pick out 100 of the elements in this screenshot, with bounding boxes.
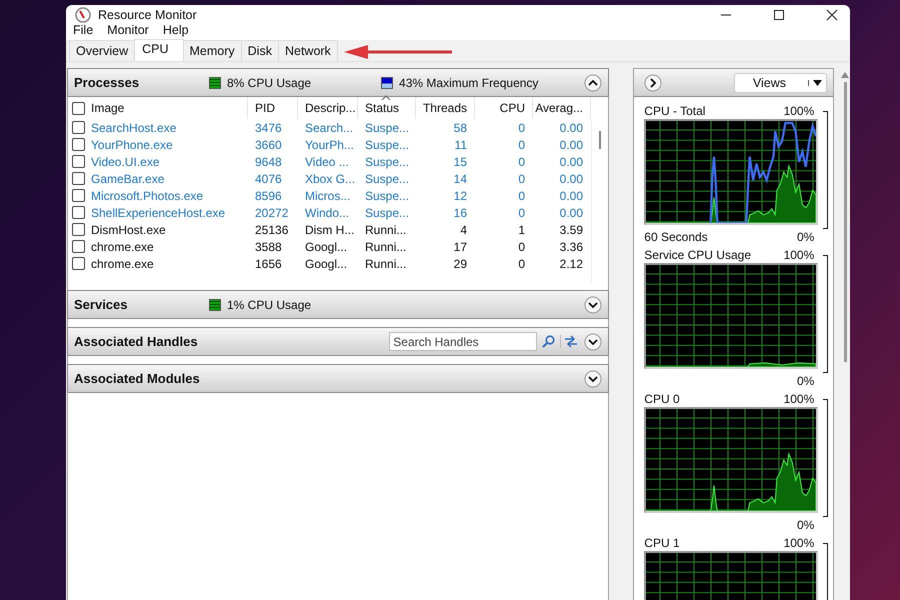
column-header[interactable]: Image: [68, 97, 248, 119]
section-header[interactable]: Services 1% CPU Usage: [67, 290, 610, 319]
table-cell: Runni...: [365, 256, 406, 270]
table-cell: 20272: [255, 206, 288, 220]
table-cell: Video.UI.exe: [91, 154, 160, 168]
section-header[interactable]: Associated Handles Search Handles: [67, 327, 610, 356]
frequency-label: 43% Maximum Frequency: [399, 76, 538, 90]
maximize-icon[interactable]: [773, 9, 785, 21]
refresh-icon[interactable]: [560, 335, 578, 348]
row-checkbox[interactable]: [72, 206, 85, 219]
table-cell: chrome.exe: [91, 240, 154, 254]
menu-item[interactable]: Help: [162, 23, 189, 37]
table-cell: 8596: [255, 188, 282, 202]
scroll-up-icon[interactable]: [841, 72, 849, 78]
graph-time-label: 60 Seconds: [644, 230, 708, 244]
table-cell: 0: [518, 138, 525, 152]
expand-icon[interactable]: [584, 296, 602, 314]
table-cell: ShellExperienceHost.exe: [91, 206, 226, 220]
table-cell: 0: [518, 172, 525, 186]
table-cell: 3.36: [560, 240, 583, 254]
row-checkbox[interactable]: [72, 240, 85, 253]
table-cell: 0.00: [560, 120, 583, 134]
menu-item[interactable]: File: [73, 23, 94, 37]
table-cell: 9648: [255, 154, 282, 168]
table-cell: Googl...: [305, 240, 348, 254]
tab[interactable]: Overview: [69, 40, 136, 61]
table-cell: 58: [454, 120, 467, 134]
graph-title: Service CPU Usage: [644, 248, 751, 262]
graph-max-label: 100%: [784, 248, 814, 262]
row-checkbox[interactable]: [72, 155, 85, 168]
tab[interactable]: Memory: [182, 40, 242, 61]
table-cell: 15: [454, 154, 467, 168]
expand-icon[interactable]: [584, 370, 602, 388]
table-cell: 14: [454, 172, 467, 186]
search-field[interactable]: Search Handles: [389, 332, 538, 351]
table-cell: 25136: [255, 222, 288, 236]
row-checkbox[interactable]: [72, 121, 85, 134]
collapse-icon[interactable]: [584, 74, 602, 92]
graph-max-label: 100%: [784, 104, 814, 118]
table-cell: Windo...: [305, 206, 350, 220]
menu-item[interactable]: Monitor: [107, 23, 149, 37]
frequency-swatch: [381, 76, 394, 88]
row-checkbox[interactable]: [72, 172, 85, 185]
table-cell: 16: [454, 206, 467, 220]
views-button[interactable]: Views: [734, 72, 828, 92]
table-cell: 0: [518, 120, 525, 134]
table-cell: 17: [454, 240, 467, 254]
section-header[interactable]: Associated Modules: [67, 364, 610, 393]
cpu-usage-swatch: [209, 298, 221, 310]
table-cell: 4: [460, 222, 467, 236]
table-cell: Suspe...: [365, 120, 410, 134]
table-cell: 3588: [255, 240, 282, 254]
table-cell: GameBar.exe: [91, 172, 164, 186]
table-cell: Micros...: [305, 188, 350, 202]
graph-title: CPU 1: [644, 536, 680, 550]
sort-caret-icon: [381, 95, 391, 100]
table-cell: 11: [454, 138, 467, 152]
tab[interactable]: CPU: [134, 39, 184, 61]
column-header[interactable]: Status: [358, 97, 416, 119]
cpu-usage-swatch: [209, 76, 221, 88]
row-checkbox[interactable]: [72, 257, 85, 270]
row-checkbox[interactable]: [72, 189, 85, 202]
close-icon[interactable]: [826, 9, 838, 21]
table-cell: Suspe...: [365, 154, 410, 168]
tab[interactable]: Network: [278, 40, 338, 61]
column-header[interactable]: Threads: [416, 97, 475, 119]
table-cell: 0.00: [560, 206, 583, 220]
search-icon[interactable]: [542, 335, 556, 348]
table-cell: 0.00: [560, 188, 583, 202]
graph-min-label: 0%: [796, 374, 814, 388]
expand-icon[interactable]: [584, 332, 602, 350]
graph-title: CPU - Total: [644, 104, 706, 118]
table-cell: Dism H...: [305, 222, 354, 236]
table-cell: 0.00: [560, 138, 583, 152]
table-cell: 1656: [255, 256, 282, 270]
expand-panel-icon[interactable]: [644, 74, 662, 92]
table-cell: chrome.exe: [91, 256, 154, 270]
section-header[interactable]: Processes 8% CPU Usage 43% Maximum Frequency: [67, 68, 610, 97]
table-cell: YourPhone.exe: [91, 138, 173, 152]
table-cell: Suspe...: [365, 138, 410, 152]
row-checkbox[interactable]: [72, 138, 85, 151]
table-cell: 0: [518, 256, 525, 270]
table-cell: Runni...: [365, 222, 406, 236]
cpu-usage-label: 8% CPU Usage: [227, 76, 312, 90]
section-title: Processes: [74, 75, 140, 90]
column-header[interactable]: Averag...: [533, 97, 591, 119]
graph-max-label: 100%: [784, 536, 814, 550]
section-title: Services: [74, 297, 128, 312]
table-cell: Suspe...: [365, 206, 410, 220]
table-cell: 2.12: [560, 256, 583, 270]
select-all-checkbox[interactable]: [72, 102, 85, 114]
column-header[interactable]: Descrip...: [298, 97, 358, 119]
table-cell: 0.00: [560, 172, 583, 186]
row-checkbox[interactable]: [72, 223, 85, 236]
column-header[interactable]: PID: [248, 97, 298, 119]
table-cell: SearchHost.exe: [91, 120, 176, 134]
table-cell: YourPh...: [305, 138, 354, 152]
table-cell: 3476: [255, 120, 282, 134]
section-title: Associated Handles: [74, 334, 199, 349]
column-header[interactable]: CPU: [475, 97, 533, 119]
